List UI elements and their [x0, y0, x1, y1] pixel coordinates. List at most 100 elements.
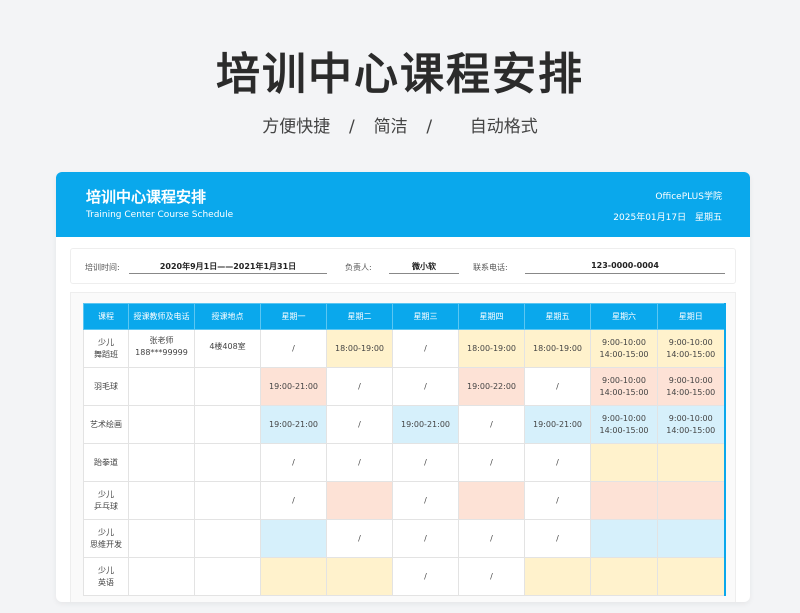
schedule-cell [657, 481, 726, 520]
info-bar: 培训时间: 2020年9月1日——2021年1月31日 负责人: 微小软 联系电… [70, 248, 736, 284]
schedule-cell: 9:00-10:00 14:00-15:00 [590, 405, 658, 444]
schedule-cell: / [392, 443, 459, 482]
column-header: 星期四 [458, 303, 525, 330]
period-label: 培训时间: [85, 263, 120, 272]
card-subtitle-en: Training Center Course Schedule [86, 210, 234, 220]
column-header: 星期二 [326, 303, 393, 330]
schedule-cell [260, 557, 327, 596]
teacher-cell [128, 367, 195, 406]
column-header: 课程 [83, 303, 129, 330]
schedule-cell [657, 557, 726, 596]
schedule-card: 培训中心课程安排 Training Center Course Schedule… [56, 172, 750, 602]
schedule-cell: 18:00-19:00 [524, 329, 591, 368]
course-cell: 跆拳道 [83, 443, 129, 482]
column-header: 星期五 [524, 303, 591, 330]
schedule-cell: / [458, 519, 525, 558]
location-cell [194, 519, 261, 558]
schedule-cell: 18:00-19:00 [458, 329, 525, 368]
schedule-cell: / [524, 367, 591, 406]
schedule-cell: 19:00-21:00 [260, 367, 327, 406]
schedule-cell: / [524, 481, 591, 520]
schedule-table-wrap: 课程 授课教师及电话 授课地点 星期一 星期二 星期三 星期四 星期五 星期六 星期日 少儿 舞蹈班… [70, 292, 736, 602]
schedule-cell [590, 519, 658, 558]
table-row: 少儿 乒乓球 / / / [83, 481, 726, 520]
location-cell [194, 367, 261, 406]
schedule-cell: / [392, 519, 459, 558]
schedule-cell: 19:00-21:00 [260, 405, 327, 444]
phone-label: 联系电话: [473, 263, 508, 272]
brand-label: OfficePLUS学院 [655, 192, 722, 202]
table-row: 跆拳道 / / / / / [83, 443, 726, 482]
schedule-cell: / [524, 519, 591, 558]
teacher-cell [128, 519, 195, 558]
schedule-cell [590, 557, 658, 596]
location-cell [194, 481, 261, 520]
schedule-cell: 19:00-21:00 [524, 405, 591, 444]
schedule-cell: / [260, 329, 327, 368]
column-header: 星期三 [392, 303, 459, 330]
schedule-cell: 19:00-21:00 [392, 405, 459, 444]
schedule-cell: / [260, 481, 327, 520]
schedule-cell: 9:00-10:00 14:00-15:00 [657, 329, 726, 368]
table-row: 羽毛球 19:00-21:00//19:00-22:00/9:00-10:00 14… [83, 367, 726, 406]
location-cell [194, 557, 261, 596]
column-header: 星期一 [260, 303, 327, 330]
weekday-value: 星期五 [694, 213, 722, 223]
column-header: 授课教师及电话 [128, 303, 195, 330]
card-header: 培训中心课程安排 Training Center Course Schedule… [56, 172, 750, 237]
course-cell: 艺术绘画 [83, 405, 129, 444]
schedule-cell: / [326, 519, 393, 558]
column-header: 星期六 [590, 303, 658, 330]
manager-label: 负责人: [345, 263, 372, 272]
page-title: 培训中心课程安排 [216, 49, 584, 100]
teacher-cell [128, 557, 195, 596]
schedule-cell: / [260, 443, 327, 482]
table-row: 少儿 英语 / / [83, 557, 726, 596]
phone-value: 123-0000-0004 [525, 261, 725, 274]
course-cell: 少儿 舞蹈班 [83, 329, 129, 368]
page-subtitle: 方便快捷 / 简洁 / 自动格式 [262, 117, 538, 137]
schedule-cell: 9:00-10:00 14:00-15:00 [657, 405, 726, 444]
schedule-cell: / [458, 557, 525, 596]
schedule-cell: 19:00-22:00 [458, 367, 525, 406]
course-cell: 少儿 英语 [83, 557, 129, 596]
period-value: 2020年9月1日——2021年1月31日 [129, 261, 327, 274]
schedule-cell [590, 481, 658, 520]
location-cell [194, 443, 261, 482]
table-row: 艺术绘画 19:00-21:00/19:00-21:00/19:00-21:00 9… [83, 405, 726, 444]
table-row: 少儿 舞蹈班 张老师 188***99999 4楼408室/18:00-19:00/18… [83, 329, 726, 368]
schedule-cell: / [392, 367, 459, 406]
card-title: 培训中心课程安排 [86, 188, 207, 206]
schedule-cell: / [458, 443, 525, 482]
course-cell: 少儿 思维开发 [83, 519, 129, 558]
schedule-cell: / [326, 405, 393, 444]
schedule-cell: 9:00-10:00 14:00-15:00 [590, 367, 658, 406]
table-row: 少儿 思维开发 / / / / [83, 519, 726, 558]
schedule-cell [260, 519, 327, 558]
manager-value: 微小软 [389, 261, 459, 274]
schedule-cell [326, 481, 393, 520]
schedule-cell [326, 557, 393, 596]
table-header-row: 课程 授课教师及电话 授课地点 星期一 星期二 星期三 星期四 星期五 星期六 星期日 [83, 303, 726, 330]
schedule-cell [524, 557, 591, 596]
date-label: 2025年01月17日 星期五 [613, 210, 722, 223]
schedule-cell: / [392, 557, 459, 596]
teacher-cell [128, 481, 195, 520]
schedule-cell: / [524, 443, 591, 482]
schedule-cell: / [326, 443, 393, 482]
schedule-cell: 9:00-10:00 14:00-15:00 [657, 367, 726, 406]
schedule-cell: / [392, 329, 459, 368]
schedule-cell [657, 519, 726, 558]
schedule-cell: / [458, 405, 525, 444]
schedule-cell: / [392, 481, 459, 520]
teacher-cell [128, 443, 195, 482]
course-cell: 少儿 乒乓球 [83, 481, 129, 520]
column-header: 星期日 [657, 303, 726, 330]
schedule-table: 课程 授课教师及电话 授课地点 星期一 星期二 星期三 星期四 星期五 星期六 星期日 少儿 舞蹈班… [83, 303, 726, 596]
column-header: 授课地点 [194, 303, 261, 330]
schedule-cell: 18:00-19:00 [326, 329, 393, 368]
location-cell: 4楼408室 [194, 329, 261, 368]
teacher-cell [128, 405, 195, 444]
schedule-cell [458, 481, 525, 520]
location-cell [194, 405, 261, 444]
